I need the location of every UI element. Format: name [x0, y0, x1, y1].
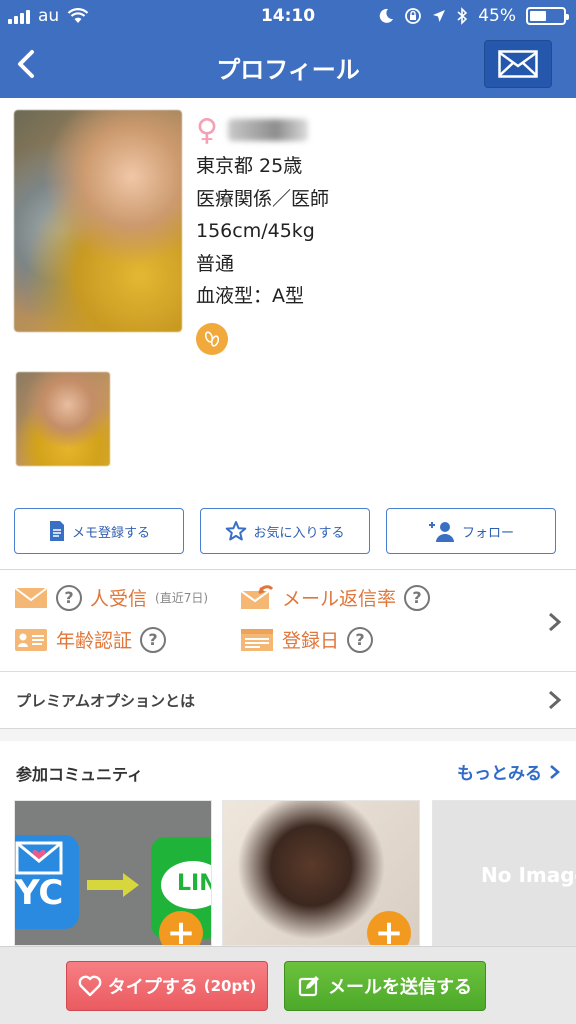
height-weight: 156cm/45kg: [196, 220, 315, 242]
mail-button[interactable]: [484, 40, 552, 88]
compose-icon: [298, 976, 319, 997]
community-header: 参加コミュニティ もっとみる: [0, 741, 576, 799]
community-card[interactable]: YC LIN +: [14, 800, 212, 946]
divider: [0, 569, 576, 570]
chevron-right-icon[interactable]: [544, 612, 564, 632]
blood-type: 血液型：A型: [196, 285, 304, 307]
community-card[interactable]: +: [222, 800, 420, 946]
footprints-icon: [196, 322, 228, 355]
memo-icon: [49, 521, 64, 541]
blurred-username: [227, 119, 308, 141]
add-user-icon: [428, 522, 454, 542]
join-plus-button[interactable]: +: [367, 911, 411, 945]
id-card-icon: [15, 628, 47, 651]
favorite-button[interactable]: お気に入りする: [200, 508, 370, 554]
type-label: タイプする: [107, 977, 198, 998]
registered-label: 登録日: [282, 630, 340, 652]
profile-info: ♀ 東京都 25歳 医療関係／医師 156cm/45kg 普通 血液型：A型: [196, 110, 556, 355]
follow-label: フォロー: [461, 525, 514, 541]
community-card[interactable]: No Image: [432, 800, 576, 946]
profile-photo-thumbnail[interactable]: [16, 372, 110, 466]
reply-rate: メール返信率 ?: [240, 584, 431, 611]
type-button[interactable]: タイプする (20pt): [66, 961, 268, 1011]
battery-percent: 45%: [478, 6, 516, 26]
status-bar: au 14:10 45%: [0, 0, 576, 32]
occupation: 医療関係／医師: [196, 187, 330, 210]
card-text-line: LIN: [177, 871, 211, 896]
female-icon: ♀: [196, 112, 218, 148]
reply-rate-label: メール返信率: [282, 588, 397, 610]
status-right: 45%: [378, 6, 569, 26]
memo-button[interactable]: メモ登録する: [14, 508, 184, 554]
type-cost: (20pt): [203, 977, 257, 995]
section-gap: [0, 729, 576, 741]
chevron-right-icon: [550, 764, 560, 779]
moon-icon: [379, 8, 394, 23]
bottom-action-bar: タイプする (20pt) メールを送信する: [0, 946, 576, 1024]
bluetooth-icon: [457, 7, 468, 25]
received-label: 人受信: [90, 588, 148, 610]
premium-option-row[interactable]: プレミアムオプションとは: [0, 672, 576, 728]
reply-rate-help-icon[interactable]: ?: [404, 584, 431, 611]
body-type: 普通: [196, 252, 235, 275]
location-icon: [433, 10, 446, 22]
received-count: ? 人受信 (直近7日): [14, 584, 208, 611]
age-verification-help-icon[interactable]: ?: [140, 626, 167, 653]
favorite-label: お気に入りする: [253, 525, 345, 541]
registered-help-icon[interactable]: ?: [347, 626, 374, 653]
registered-date: 登録日 ?: [240, 626, 374, 653]
profile-actions: メモ登録する お気に入りする フォロー: [14, 508, 556, 554]
reply-mail-icon: [240, 584, 274, 609]
star-icon: [226, 521, 247, 541]
memo-label: メモ登録する: [71, 525, 150, 541]
received-help-icon[interactable]: ?: [56, 584, 82, 611]
send-mail-button[interactable]: メールを送信する: [284, 961, 486, 1011]
age-verification: 年齢認証 ?: [14, 626, 167, 653]
profile-photo[interactable]: [14, 110, 182, 332]
heart-icon: [78, 975, 102, 997]
card-text-yc: YC: [15, 873, 64, 913]
more-label: もっとみる: [457, 764, 542, 784]
age-verification-label: 年齢認証: [56, 630, 133, 652]
location-age: 東京都 25歳: [196, 155, 303, 177]
name-row: ♀: [196, 110, 556, 150]
premium-label: プレミアムオプションとは: [16, 692, 195, 710]
more-link[interactable]: もっとみる: [457, 759, 562, 784]
chevron-right-icon: [549, 690, 562, 710]
send-mail-label: メールを送信する: [328, 977, 472, 998]
navigation-bar: プロフィール: [0, 32, 576, 98]
envelope-icon: [498, 50, 538, 78]
follow-button[interactable]: フォロー: [386, 508, 556, 554]
community-label: 参加コミュニティ: [16, 765, 144, 784]
calendar-icon: [241, 628, 273, 651]
no-image-label: No Image: [481, 863, 576, 887]
battery-icon: [526, 7, 569, 25]
rotation-lock-icon: [405, 8, 422, 24]
envelope-icon: [14, 586, 48, 608]
received-sublabel: (直近7日): [155, 591, 209, 605]
community-cards: YC LIN + + No Image: [14, 800, 576, 946]
